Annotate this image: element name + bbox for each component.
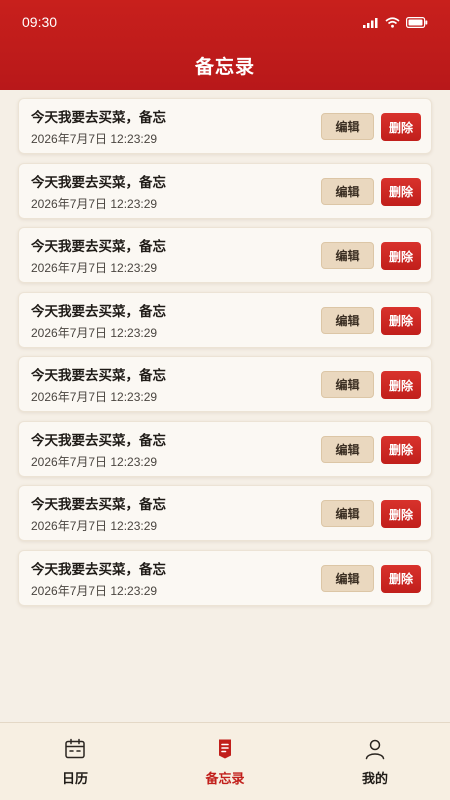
edit-button[interactable]: 编辑 <box>321 371 374 398</box>
delete-button[interactable]: 删除 <box>381 242 421 270</box>
memo-time: 2026年7月7日 12:23:29 <box>31 583 158 598</box>
status-time: 09:30 <box>22 14 58 30</box>
tab-label: 我的 <box>361 772 388 787</box>
memo-card[interactable]: 今天我要去买菜，备忘 2026年7月7日 12:23:29 编辑 删除 <box>18 227 432 283</box>
wifi-icon <box>385 16 400 28</box>
profile-icon <box>365 739 385 760</box>
memo-title: 今天我要去买菜，备忘 <box>31 174 166 191</box>
tab-label: 备忘录 <box>205 772 245 787</box>
memo-time: 2026年7月7日 12:23:29 <box>31 519 158 533</box>
memo-list: 今天我要去买菜，备忘 2026年7月7日 12:23:29 编辑 删除 今天我要… <box>18 98 432 614</box>
calendar-icon <box>65 738 85 759</box>
edit-button[interactable]: 编辑 <box>321 500 374 527</box>
delete-button[interactable]: 删除 <box>381 500 421 528</box>
delete-button[interactable]: 删除 <box>381 435 421 464</box>
status-bar: 09:30 <box>0 0 450 44</box>
memo-card[interactable]: 今天我要去买菜，备忘 2026年7月7日 12:23:29 编辑 删除 <box>18 98 432 154</box>
page-title: 备忘录 <box>194 56 255 78</box>
signal-icon <box>363 17 378 28</box>
bottom-tab-bar: 日历 备忘录 我的 <box>0 722 450 800</box>
memo-time: 2026年7月7日 12:23:29 <box>31 132 158 146</box>
edit-button[interactable]: 编辑 <box>321 242 374 269</box>
memo-card[interactable]: 今天我要去买菜，备忘 2026年7月7日 12:23:29 编辑 删除 <box>18 485 432 541</box>
memo-title: 今天我要去买菜，备忘 <box>31 368 166 384</box>
status-icons <box>363 16 428 28</box>
delete-button[interactable]: 删除 <box>381 306 421 335</box>
memo-title: 今天我要去买菜，备忘 <box>31 432 166 449</box>
memo-card[interactable]: 今天我要去买菜，备忘 2026年7月7日 12:23:29 编辑 删除 <box>18 162 432 219</box>
tab-memo[interactable]: 备忘录 <box>150 723 300 800</box>
edit-button[interactable]: 编辑 <box>321 435 374 463</box>
edit-button[interactable]: 编辑 <box>321 564 374 592</box>
edit-button[interactable]: 编辑 <box>321 306 374 334</box>
memo-title: 今天我要去买菜，备忘 <box>31 239 166 255</box>
memo-title: 今天我要去买菜，备忘 <box>31 497 166 513</box>
memo-title: 今天我要去买菜，备忘 <box>31 110 166 126</box>
delete-button[interactable]: 删除 <box>381 564 421 593</box>
memo-time: 2026年7月7日 12:23:29 <box>31 390 158 404</box>
delete-button[interactable]: 删除 <box>381 177 421 206</box>
edit-button[interactable]: 编辑 <box>321 177 374 205</box>
memo-time: 2026年7月7日 12:23:29 <box>31 325 158 340</box>
tab-calendar[interactable]: 日历 <box>0 723 150 800</box>
memo-card[interactable]: 今天我要去买菜，备忘 2026年7月7日 12:23:29 编辑 删除 <box>18 420 432 477</box>
memo-time: 2026年7月7日 12:23:29 <box>31 196 158 211</box>
memo-time: 2026年7月7日 12:23:29 <box>31 454 158 469</box>
memo-title: 今天我要去买菜，备忘 <box>31 561 166 578</box>
edit-button[interactable]: 编辑 <box>321 113 374 140</box>
tab-profile[interactable]: 我的 <box>300 723 450 800</box>
memo-time: 2026年7月7日 12:23:29 <box>31 261 158 275</box>
memo-card[interactable]: 今天我要去买菜，备忘 2026年7月7日 12:23:29 编辑 删除 <box>18 291 432 348</box>
memo-icon <box>219 739 231 759</box>
app-header: 09:30 备忘录 <box>0 0 450 90</box>
memo-title: 今天我要去买菜，备忘 <box>31 303 166 320</box>
delete-button[interactable]: 删除 <box>381 371 421 399</box>
delete-button[interactable]: 删除 <box>381 113 421 141</box>
tab-label: 日历 <box>61 772 88 787</box>
memo-card[interactable]: 今天我要去买菜，备忘 2026年7月7日 12:23:29 编辑 删除 <box>18 549 432 606</box>
battery-icon <box>406 16 428 28</box>
memo-card[interactable]: 今天我要去买菜，备忘 2026年7月7日 12:23:29 编辑 删除 <box>18 356 432 412</box>
